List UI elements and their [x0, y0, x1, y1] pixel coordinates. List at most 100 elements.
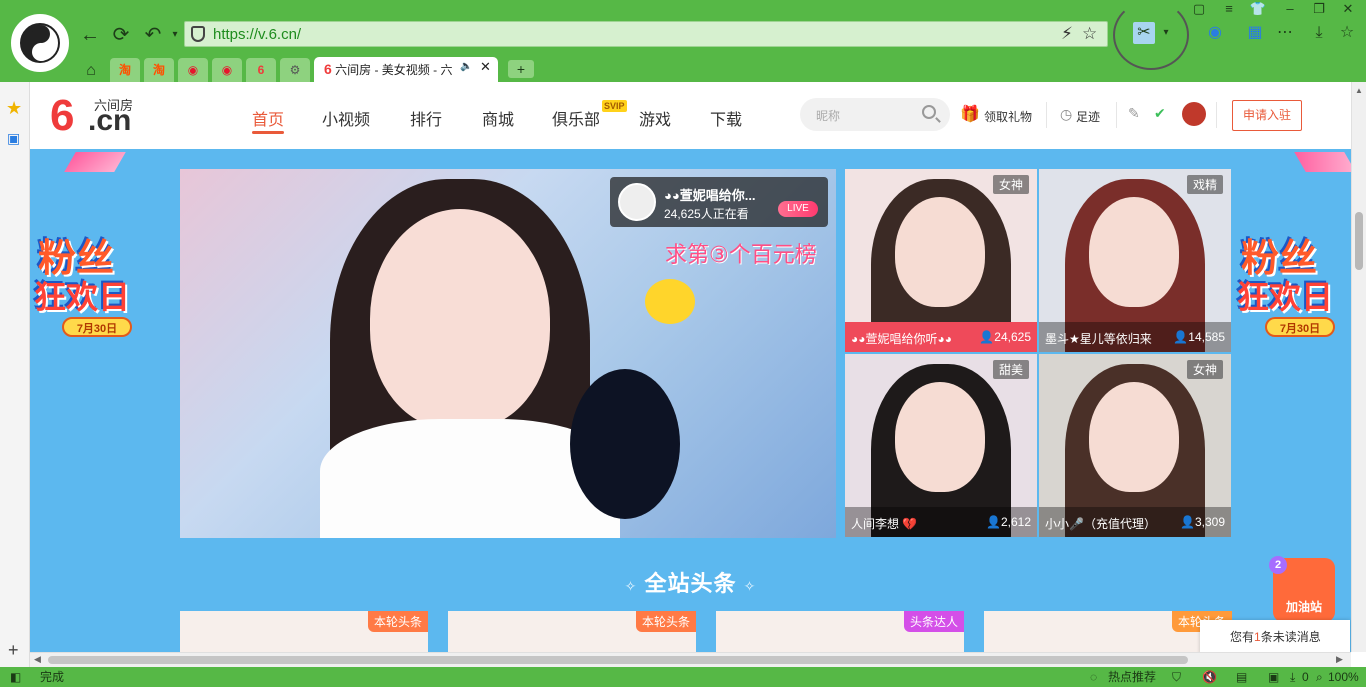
back-icon[interactable]: ← — [77, 22, 103, 48]
tab-6-icon: 6 — [324, 61, 332, 77]
unread-message-box[interactable]: 您有1条未读消息 — [1200, 620, 1350, 652]
nav-download[interactable]: 下载 — [710, 106, 742, 130]
user-avatar[interactable] — [11, 14, 69, 72]
search-input[interactable]: 昵称 — [816, 107, 840, 124]
gas-station-widget[interactable]: 2 加油站 — [1269, 556, 1335, 622]
horizontal-scroll-thumb[interactable] — [48, 656, 1188, 664]
room-name: ◕◕萱妮唱给你听◕◕ — [851, 332, 952, 346]
tab-taobao-1[interactable]: 淘 — [110, 58, 140, 82]
nav-home[interactable]: 首页 — [252, 106, 285, 134]
search-box[interactable]: 昵称 — [800, 98, 950, 131]
main-live-player[interactable]: ◕◕萱妮唱给你... 24,625人正在看 LIVE 求第③个百元榜 — [180, 169, 836, 538]
scroll-right-icon[interactable]: ▶ — [1336, 654, 1343, 665]
gift-icon[interactable]: 🎁 — [960, 104, 980, 124]
nav-mall[interactable]: 商城 — [482, 106, 514, 130]
favorites-icon[interactable]: ☆ — [1336, 22, 1358, 44]
clock-icon: ◷ — [1060, 106, 1073, 122]
tab-active[interactable]: 6 六间房 - 美女视频 - 六 🔈 ✕ — [314, 57, 498, 82]
more-icon[interactable]: ⋯ — [1274, 22, 1296, 44]
headline-card[interactable]: 本轮头条 — [984, 611, 1232, 652]
tab-taobao-2[interactable]: 淘 — [144, 58, 174, 82]
nav-games[interactable]: 游戏 — [639, 106, 671, 130]
horizontal-scrollbar[interactable]: ◀ ▶ — [30, 652, 1351, 667]
monitor-icon[interactable]: ▣ — [7, 130, 20, 147]
gas-station-count: 2 — [1269, 556, 1287, 574]
room-card[interactable]: 女神 小小🎤（充值代理） 👤3,309 — [1039, 354, 1231, 537]
room-tag: 女神 — [992, 175, 1029, 194]
nav-club[interactable]: 俱乐部 — [552, 106, 600, 130]
new-tab-button[interactable]: + — [508, 60, 534, 78]
apply-join-button[interactable]: 申请入驻 — [1232, 100, 1302, 131]
refresh-icon[interactable]: ⟳ — [108, 22, 134, 48]
ribbon-decoration — [1294, 152, 1351, 172]
room-info-bar: 人间李想 💔 👤2,612 — [845, 507, 1037, 537]
room-card[interactable]: 甜美 人间李想 💔 👤2,612 — [845, 354, 1037, 537]
headline-card[interactable]: 本轮头条 — [180, 611, 428, 652]
streamer-name[interactable]: ◕◕萱妮唱给你... — [664, 185, 756, 204]
calculator-icon[interactable]: ▦ — [1244, 22, 1266, 44]
duck-toy — [645, 279, 695, 324]
live-badge: LIVE — [778, 201, 818, 217]
lightning-icon[interactable]: ⚡ — [1061, 24, 1073, 44]
sidebar-toggle-icon[interactable]: ▢ — [1187, 0, 1211, 18]
toolbox-icon[interactable]: ▤ — [1236, 667, 1247, 687]
address-bar[interactable]: https://v.6.cn/ ⚡ ☆ — [184, 21, 1108, 47]
streamer-card[interactable]: ◕◕萱妮唱给你... 24,625人正在看 LIVE — [610, 177, 828, 227]
fan-carnival-left: 粉丝 狂欢日 7月30日 — [34, 238, 132, 337]
room-tag: 女神 — [1186, 360, 1223, 379]
user-avatar-small[interactable] — [1182, 102, 1206, 126]
headline-tag: 本轮头条 — [367, 611, 428, 632]
favorites-star-icon[interactable]: ★ — [6, 98, 22, 119]
mute-icon[interactable]: 🔇 — [1202, 667, 1217, 687]
skin-icon[interactable]: 👕 — [1246, 0, 1270, 18]
tab-weibo-2[interactable]: ◉ — [212, 58, 242, 82]
tab-weibo-1[interactable]: ◉ — [178, 58, 208, 82]
headline-card[interactable]: 本轮头条 — [448, 611, 696, 652]
ribbon-decoration — [64, 152, 126, 172]
user-icon: 👤 — [979, 330, 995, 344]
promo-text: 求第③个百元榜 — [665, 242, 817, 267]
url-text[interactable]: https://v.6.cn/ — [213, 26, 301, 43]
check-icon[interactable]: ✔ — [1154, 105, 1166, 122]
search-icon[interactable] — [922, 105, 936, 119]
tab-close-icon[interactable]: ✕ — [480, 59, 491, 75]
download-icon[interactable]: ⤓ — [1308, 22, 1330, 44]
star-icon[interactable]: ☆ — [1082, 24, 1097, 44]
nav-short-video[interactable]: 小视频 — [322, 106, 370, 130]
screenshot-icon[interactable]: ▣ — [1268, 667, 1279, 687]
collapse-sidebar-icon[interactable]: ◧ — [10, 667, 21, 687]
edit-icon[interactable]: ✎ — [1128, 105, 1140, 122]
room-card[interactable]: 戏精 墨斗★星儿等依归来 👤14,585 — [1039, 169, 1231, 352]
nav-ranking[interactable]: 排行 — [410, 106, 442, 130]
scroll-up-icon[interactable]: ▲ — [1355, 86, 1363, 95]
scroll-left-icon[interactable]: ◀ — [34, 654, 41, 665]
logo-six[interactable]: 6 — [50, 94, 74, 138]
divider — [1216, 102, 1217, 128]
room-name: 人间李想 💔 — [851, 517, 918, 531]
zoom-icon[interactable]: ⌕ — [1316, 667, 1323, 687]
download-manager-icon[interactable]: ⤓ — [1290, 667, 1295, 687]
menu-icon[interactable]: ≡ — [1217, 0, 1241, 18]
vertical-scroll-thumb[interactable] — [1355, 212, 1363, 270]
security-icon[interactable]: ⛉ — [1172, 667, 1181, 687]
room-card[interactable]: 女神 ◕◕萱妮唱给你听◕◕ 👤24,625 — [845, 169, 1037, 352]
add-sidebar-icon[interactable]: + — [8, 640, 19, 661]
headline-card[interactable]: 头条达人 — [716, 611, 964, 652]
streamer-avatar[interactable] — [618, 183, 656, 221]
headline-tag: 本轮头条 — [635, 611, 696, 632]
footprint-link[interactable]: 足迹 — [1076, 108, 1100, 125]
hot-news-link[interactable]: 热点推荐 — [1108, 667, 1156, 687]
sync-icon[interactable]: ◉ — [1204, 22, 1226, 44]
tab-settings[interactable]: ⚙ — [280, 58, 310, 82]
room-name: 墨斗★星儿等依归来 — [1045, 332, 1152, 346]
home-icon[interactable]: ⌂ — [78, 58, 104, 84]
vertical-scrollbar[interactable]: ▲ — [1351, 82, 1366, 652]
close-window-icon[interactable]: ✕ — [1336, 0, 1360, 18]
tab-6cn[interactable]: 6 — [246, 58, 276, 82]
restore-icon[interactable]: ❐ — [1307, 0, 1331, 18]
zoom-level[interactable]: 100% — [1328, 667, 1359, 687]
speaker-icon[interactable]: 🔈 — [460, 61, 472, 72]
gift-link[interactable]: 领取礼物 — [984, 108, 1032, 125]
minimize-icon[interactable]: – — [1278, 0, 1302, 18]
gas-station-label: 加油站 — [1285, 600, 1322, 614]
